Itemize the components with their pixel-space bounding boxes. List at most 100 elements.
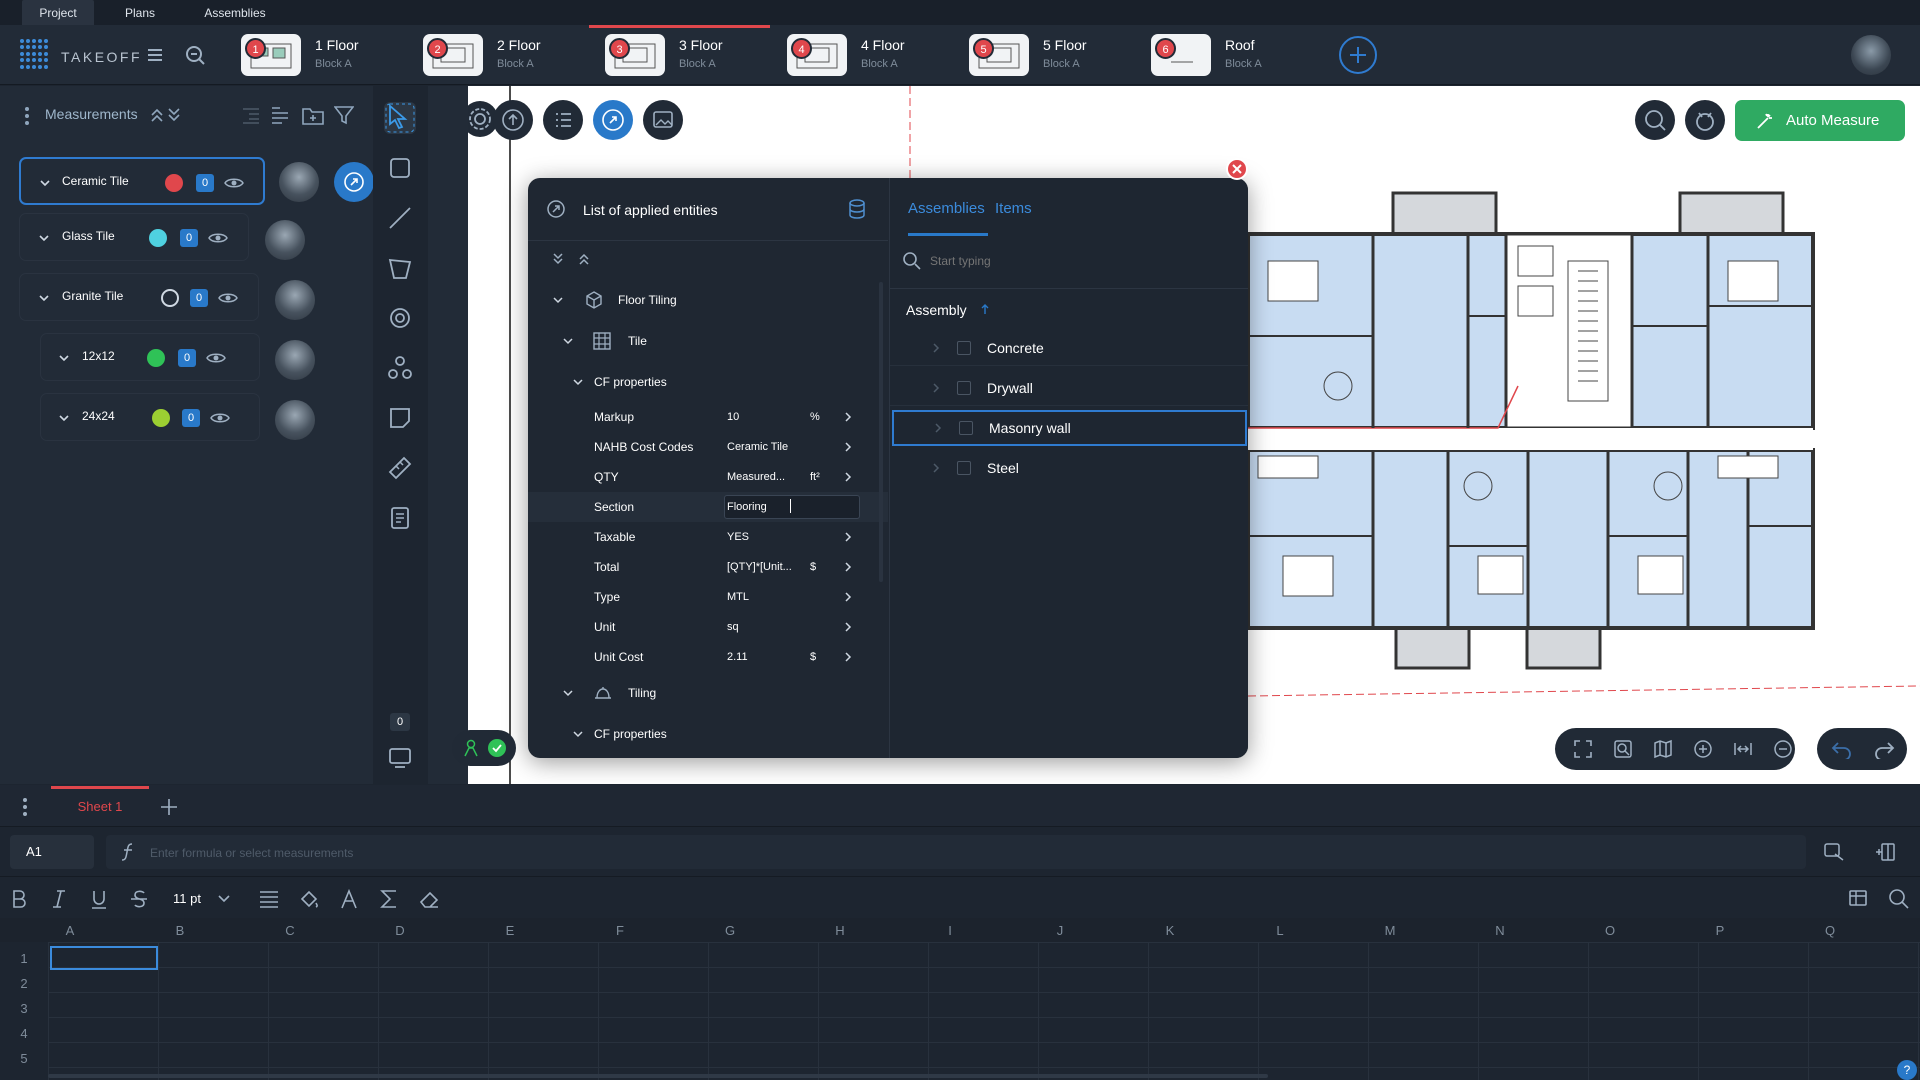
column-header[interactable]: F xyxy=(565,923,675,938)
italic-icon[interactable] xyxy=(48,888,70,910)
search-plans-icon[interactable] xyxy=(183,43,207,67)
color-swatch[interactable] xyxy=(161,289,179,307)
formula-input[interactable] xyxy=(106,835,1806,869)
column-header[interactable]: E xyxy=(455,923,565,938)
insert-column-icon[interactable] xyxy=(1874,842,1896,862)
chevron-down-icon[interactable] xyxy=(58,412,70,424)
measurement-item-12x12[interactable]: 12x12 0 xyxy=(40,333,260,381)
font-size-select[interactable]: 11 pt xyxy=(173,891,201,906)
chevron-right-icon[interactable] xyxy=(844,532,852,542)
assignee-avatar[interactable] xyxy=(265,220,305,260)
property-value[interactable]: YES xyxy=(727,531,799,543)
property-value[interactable]: Ceramic Tile xyxy=(727,441,817,453)
assembly-column-header[interactable]: Assembly xyxy=(906,302,967,318)
color-swatch[interactable] xyxy=(147,349,165,367)
assignee-avatar[interactable] xyxy=(275,400,315,440)
column-header[interactable]: N xyxy=(1445,923,1555,938)
auto-measure-button[interactable]: Auto Measure xyxy=(1735,100,1905,141)
column-header[interactable]: H xyxy=(785,923,895,938)
redo-icon[interactable] xyxy=(1873,739,1895,759)
column-header[interactable]: G xyxy=(675,923,785,938)
chevron-down-icon[interactable] xyxy=(218,894,230,904)
scrollbar[interactable] xyxy=(879,282,883,582)
selected-cell[interactable] xyxy=(50,946,158,970)
assembly-row-drywall[interactable]: Drywall xyxy=(890,370,1248,406)
eye-icon[interactable] xyxy=(210,411,230,425)
line-tool-icon[interactable] xyxy=(386,204,414,232)
column-header[interactable]: B xyxy=(125,923,235,938)
column-header[interactable]: P xyxy=(1665,923,1775,938)
map-icon[interactable] xyxy=(1653,739,1673,759)
chevron-right-icon[interactable] xyxy=(844,562,852,572)
collapse-all-icon[interactable] xyxy=(150,107,164,123)
help-icon[interactable]: ? xyxy=(1897,1060,1917,1080)
plan-tab-1[interactable]: 1 1 Floor Block A xyxy=(225,25,406,85)
plan-tab-4[interactable]: 4 4 Floor Block A xyxy=(771,25,952,85)
color-swatch[interactable] xyxy=(149,229,167,247)
column-header[interactable]: C xyxy=(235,923,345,938)
tree-node-floor-tiling[interactable]: Floor Tiling xyxy=(528,285,888,315)
document-tool-icon[interactable] xyxy=(386,504,414,532)
assembly-row-steel[interactable]: Steel xyxy=(890,450,1248,486)
close-panel-button[interactable] xyxy=(1226,158,1248,180)
property-value[interactable]: 2.11 xyxy=(727,651,799,663)
collapse-all-icon[interactable] xyxy=(578,252,590,266)
property-value[interactable]: sq xyxy=(727,621,799,633)
nav-project[interactable]: Project xyxy=(22,0,94,25)
assignee-avatar[interactable] xyxy=(275,340,315,380)
measurement-item-24x24[interactable]: 24x24 0 xyxy=(40,393,260,441)
assembly-checkbox[interactable] xyxy=(957,461,971,475)
chevron-down-icon[interactable] xyxy=(552,294,564,306)
plan-tab-3[interactable]: 3 3 Floor Block A xyxy=(589,25,770,85)
spreadsheet-grid[interactable] xyxy=(48,942,1920,1080)
tree-node-tile[interactable]: Tile xyxy=(528,326,888,356)
undo-icon[interactable] xyxy=(1831,739,1853,759)
column-header[interactable]: A xyxy=(15,923,125,938)
plan-tab-6[interactable]: 6 Roof Block A xyxy=(1135,25,1316,85)
sheet-tab-1[interactable]: Sheet 1 xyxy=(51,786,149,826)
chevron-right-icon[interactable] xyxy=(844,592,852,602)
user-status-pill[interactable] xyxy=(452,730,516,766)
property-value[interactable]: 10 xyxy=(727,411,799,423)
column-header[interactable]: D xyxy=(345,923,455,938)
eye-icon[interactable] xyxy=(208,231,228,245)
plan-tab-5[interactable]: 5 5 Floor Block A xyxy=(953,25,1134,85)
chevron-right-icon[interactable] xyxy=(844,652,852,662)
fit-screen-icon[interactable] xyxy=(1573,739,1593,759)
measurement-item-ceramic-tile[interactable]: Ceramic Tile 0 xyxy=(19,157,265,205)
assembly-row-masonry-wall[interactable]: Masonry wall xyxy=(892,410,1247,446)
zoom-out-icon[interactable] xyxy=(1773,739,1793,759)
tree-node-cf-properties[interactable]: CF properties xyxy=(528,367,888,397)
tree-node-tiling[interactable]: Tiling xyxy=(528,678,888,708)
measurement-item-granite-tile[interactable]: Granite Tile 0 xyxy=(19,273,259,321)
text-color-icon[interactable] xyxy=(338,888,360,910)
property-value[interactable]: Flooring xyxy=(727,501,799,513)
chevron-down-icon[interactable] xyxy=(58,352,70,364)
assembly-search-input[interactable] xyxy=(930,250,1230,272)
expand-all-icon[interactable] xyxy=(552,252,564,266)
nav-assemblies[interactable]: Assemblies xyxy=(195,0,275,25)
sum-icon[interactable] xyxy=(378,888,400,910)
column-header[interactable]: L xyxy=(1225,923,1335,938)
assembly-row-concrete[interactable]: Concrete xyxy=(890,330,1248,366)
fill-color-icon[interactable] xyxy=(298,888,320,910)
chevron-down-icon[interactable] xyxy=(572,728,584,740)
assembly-checkbox[interactable] xyxy=(957,341,971,355)
chevron-down-icon[interactable] xyxy=(562,687,574,699)
expand-all-icon[interactable] xyxy=(167,107,181,123)
chevron-right-icon[interactable] xyxy=(934,423,942,433)
ruler-tool-icon[interactable] xyxy=(386,454,414,482)
group-tool-icon[interactable] xyxy=(386,354,414,382)
color-swatch[interactable] xyxy=(165,174,183,192)
chevron-down-icon[interactable] xyxy=(38,232,50,244)
row-header[interactable]: 3 xyxy=(0,1001,48,1016)
align-icon[interactable] xyxy=(258,888,280,910)
horizontal-scrollbar[interactable] xyxy=(48,1074,1268,1078)
assembly-checkbox[interactable] xyxy=(957,381,971,395)
cell-reference[interactable]: A1 xyxy=(10,835,94,869)
hamburger-menu-icon[interactable] xyxy=(143,43,167,67)
chevron-right-icon[interactable] xyxy=(932,463,940,473)
select-tool-icon[interactable] xyxy=(384,102,416,134)
column-header[interactable]: Q xyxy=(1775,923,1885,938)
property-value[interactable]: Measured... xyxy=(727,471,799,483)
